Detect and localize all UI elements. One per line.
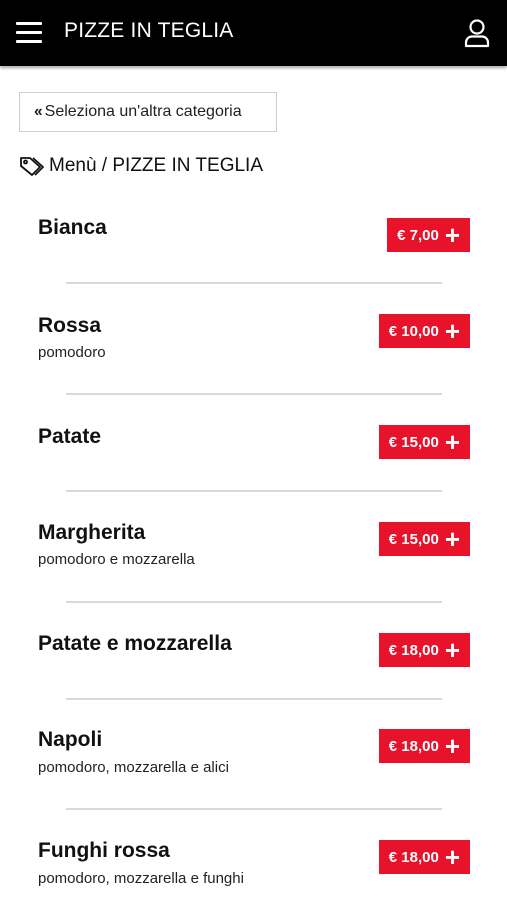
add-to-cart-button[interactable]: € 15,00 + xyxy=(378,425,470,459)
item-name: Patate xyxy=(38,425,102,448)
plus-icon: + xyxy=(444,524,460,554)
select-other-category-button[interactable]: ‹‹ Seleziona un'altra categoria xyxy=(19,92,277,132)
hamburger-menu-icon[interactable] xyxy=(16,20,44,46)
list-item: Funghi rossa pomodoro, mozzarella e fung… xyxy=(0,821,507,900)
add-to-cart-button[interactable]: € 7,00 + xyxy=(387,218,470,252)
breadcrumb-text: Menù / PIZZE IN TEGLIA xyxy=(49,155,263,176)
divider xyxy=(66,601,442,603)
divider xyxy=(66,282,442,284)
item-name: Napoli xyxy=(38,728,103,751)
price-label: € 18,00 xyxy=(388,848,439,866)
add-to-cart-button[interactable]: € 18,00 + xyxy=(378,729,470,763)
user-icon[interactable] xyxy=(463,18,491,48)
tag-icon xyxy=(20,157,44,176)
price-label: € 18,00 xyxy=(388,641,439,659)
divider xyxy=(66,490,442,492)
plus-icon: + xyxy=(444,220,460,250)
page-title: PIZZE IN TEGLIA xyxy=(64,19,234,42)
add-to-cart-button[interactable]: € 15,00 + xyxy=(378,522,470,556)
plus-icon: + xyxy=(444,316,460,346)
divider xyxy=(66,393,442,395)
item-description: pomodoro, mozzarella e funghi xyxy=(38,870,244,887)
breadcrumb: Menù / PIZZE IN TEGLIA xyxy=(19,154,263,178)
list-item: Patate € 15,00 + xyxy=(0,407,507,503)
price-label: € 10,00 xyxy=(388,322,439,340)
price-label: € 15,00 xyxy=(388,530,439,548)
price-label: € 15,00 xyxy=(388,433,439,451)
divider xyxy=(66,808,442,810)
list-item: Napoli pomodoro, mozzarella e alici € 18… xyxy=(0,710,507,821)
list-item: Rossa pomodoro € 10,00 + xyxy=(0,296,507,407)
divider xyxy=(66,698,442,700)
item-name: Margherita xyxy=(38,521,146,544)
item-name: Rossa xyxy=(38,314,102,337)
item-description: pomodoro, mozzarella e alici xyxy=(38,759,229,776)
select-other-category-label: Seleziona un'altra categoria xyxy=(44,103,242,120)
item-description: pomodoro e mozzarella xyxy=(38,551,195,568)
plus-icon: + xyxy=(444,731,460,761)
double-chevron-left-icon: ‹‹ xyxy=(34,103,43,120)
item-description: pomodoro xyxy=(38,344,106,361)
list-item: Margherita pomodoro e mozzarella € 15,00… xyxy=(0,503,507,614)
list-item: Patate e mozzarella € 18,00 + xyxy=(0,614,507,710)
item-name: Funghi rossa xyxy=(38,839,170,862)
top-app-bar: PIZZE IN TEGLIA xyxy=(0,0,507,66)
add-to-cart-button[interactable]: € 18,00 + xyxy=(378,633,470,667)
item-name: Bianca xyxy=(38,216,107,239)
plus-icon: + xyxy=(444,427,460,457)
item-name: Patate e mozzarella xyxy=(38,632,232,655)
plus-icon: + xyxy=(444,842,460,872)
plus-icon: + xyxy=(444,635,460,665)
add-to-cart-button[interactable]: € 10,00 + xyxy=(378,314,470,348)
price-label: € 18,00 xyxy=(388,737,439,755)
add-to-cart-button[interactable]: € 18,00 + xyxy=(378,840,470,874)
price-label: € 7,00 xyxy=(397,226,439,244)
list-item: Bianca € 7,00 + xyxy=(0,200,507,296)
